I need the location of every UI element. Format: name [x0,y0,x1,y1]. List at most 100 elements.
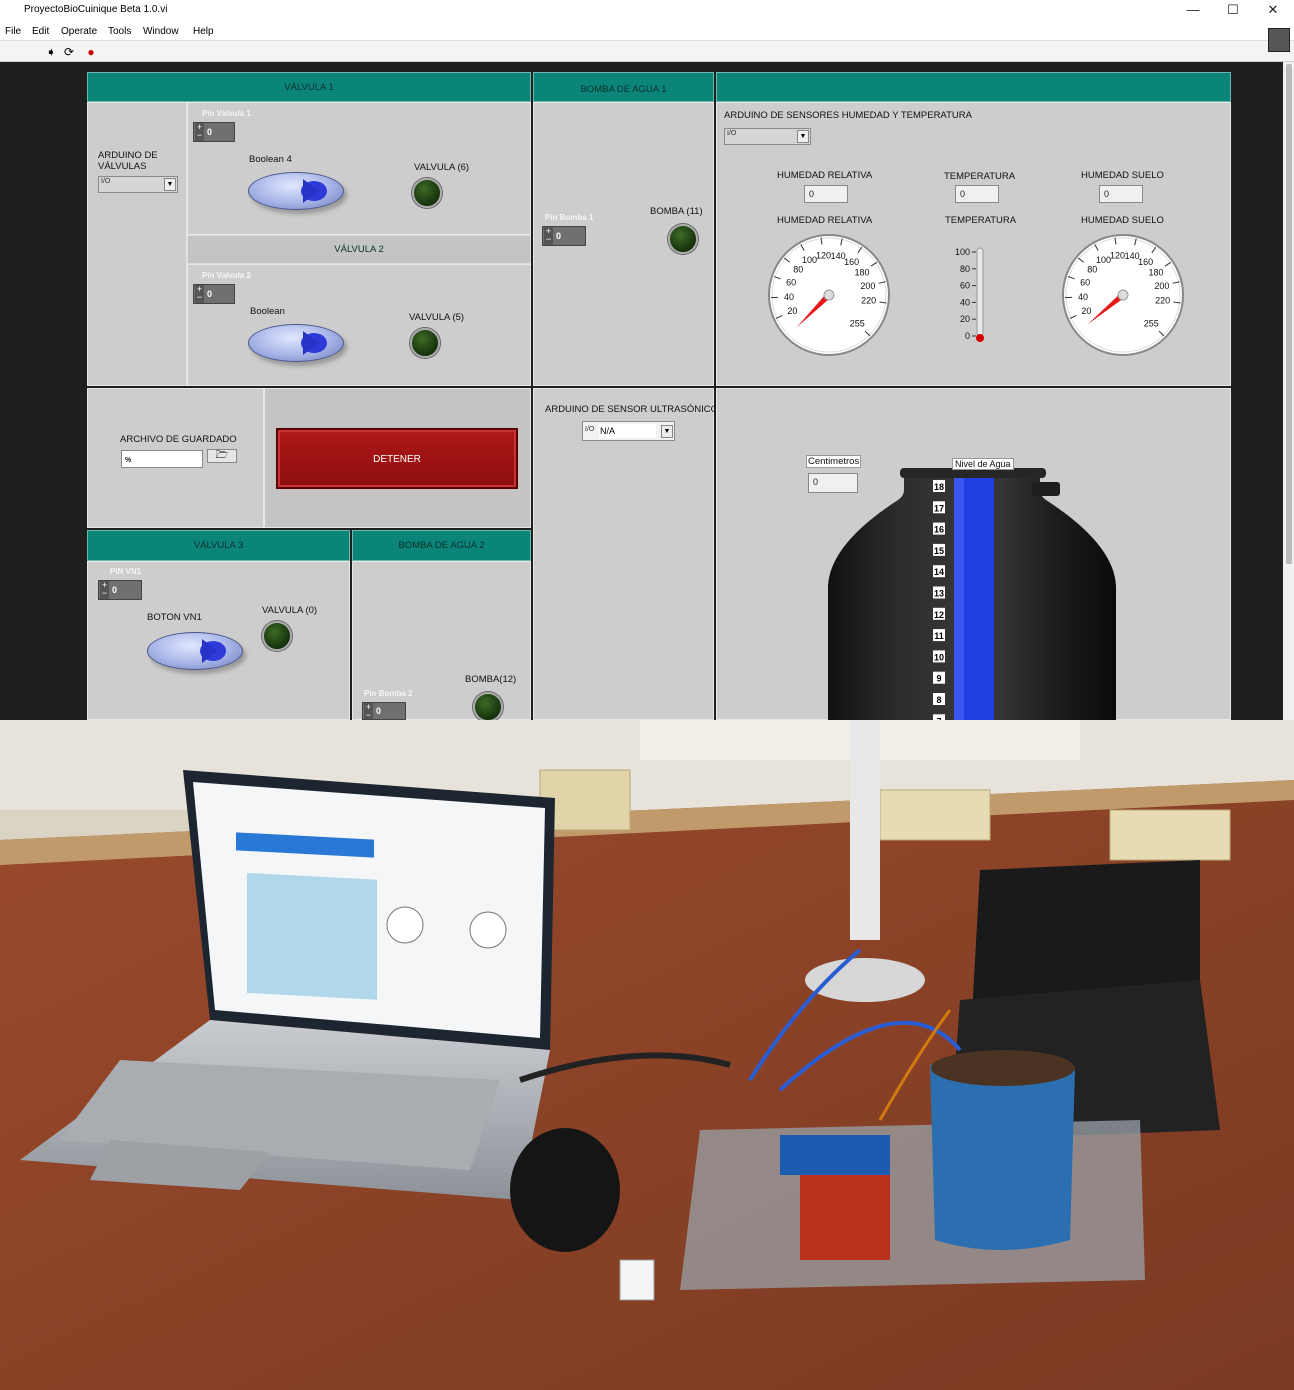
bomba2-header-label: BOMBA DE AGUA 2 [398,540,485,551]
valvula5-led-label: VALVULA (5) [409,312,465,323]
bomba2-header: BOMBA DE AGUA 2 [352,530,531,561]
sensores-combo[interactable]: I/O ▼ [724,128,811,145]
setup-photo [0,720,1294,1390]
menu-help[interactable]: Help [193,26,214,37]
boolean-switch[interactable] [248,324,344,362]
switch-knob-icon [301,179,327,203]
temperatura-thermometer: 100 80 60 40 20 0 [955,247,984,342]
run-arrow-icon[interactable]: ➧ [44,45,58,59]
thermo-tick-label: 80 [960,264,970,274]
pin-valvula1-label: Pin Valvula 1 [202,109,251,118]
vi-connector-icon [1268,28,1290,52]
tank-scale-label: 14 [934,567,944,577]
thermo-tick-label: 0 [965,331,970,341]
nivel-agua-label: Nivel de Agua [952,458,1014,470]
thermo-tick-label: 60 [960,281,970,291]
thermo-tube [976,247,984,337]
pin-bomba1-value: 0 [556,231,562,241]
ultrasonico-combo-value: N/A [599,424,656,438]
increment-decrement-icon[interactable]: + − [544,227,553,245]
increment-decrement-icon[interactable]: + − [100,581,109,599]
pin-valvula2-value: 0 [207,289,213,299]
gauge2-tick-label: 200 [1154,281,1169,291]
increment-decrement-icon[interactable]: + − [195,285,204,303]
menu-file[interactable]: File [5,26,21,37]
valvula1-header: VÁLVULA 1 [87,72,531,102]
boton-vn1-switch[interactable] [147,632,243,670]
archivo-label: ARCHIVO DE GUARDADO [120,434,237,445]
arduino-valvulas-combo[interactable]: I/O ▼ [98,176,178,193]
valvula2-pane [187,264,531,386]
detener-label: DETENER [373,454,421,465]
pin-vn1-control[interactable]: + − 0 [98,580,142,600]
chevron-down-icon[interactable]: ▼ [661,425,673,438]
boolean4-switch[interactable] [248,172,344,210]
browse-folder-icon[interactable]: 🗁 [207,449,237,463]
pin-valvula2-control[interactable]: + − 0 [193,284,235,304]
menu-edit[interactable]: Edit [32,26,49,37]
water-tank: 181716151413121110987 [828,468,1116,720]
detener-button[interactable]: DETENER [276,428,518,489]
menu-window[interactable]: Window [143,26,179,37]
archivo-path-input[interactable]: % [121,450,203,468]
bomba11-led [668,224,698,254]
humedad-suelo-label: HUMEDAD SUELO [1081,170,1164,181]
gauge1-tick-label: 80 [793,264,803,274]
toolbar: ➧ ⟳ ● [0,40,1294,62]
gauge1-tick-label: 120 [816,250,831,260]
tank-scale-label: 10 [934,652,944,662]
title-bar: ProyectoBioCuinique Beta 1.0.vi — ☐ ✕ [0,0,1294,22]
increment-decrement-icon[interactable]: + − [195,123,204,141]
valvula2-header: VÁLVULA 2 [187,235,531,264]
maximize-button[interactable]: ☐ [1220,2,1246,18]
boton-vn1-label: BOTON VN1 [147,612,202,623]
run-continuous-icon[interactable]: ⟳ [62,45,76,59]
increment-decrement-icon[interactable]: + − [364,703,373,720]
pin-valvula1-control[interactable]: + − 0 [193,122,235,142]
bomba12-led-label: BOMBA(12) [465,674,517,685]
bomba12-led [473,692,503,722]
arduino-valvulas-label: ARDUINO DE VÁLVULAS [98,150,158,172]
gauge1-tick-label: 20 [787,306,797,316]
bomba1-header-label: BOMBA DE AGUA 1 [580,84,667,95]
ultrasonico-combo[interactable]: I/O N/A ▼ [582,421,675,441]
path-io-icon: % [125,457,132,464]
thermo-bulb [976,334,984,342]
minimize-button[interactable]: — [1180,2,1206,18]
close-button[interactable]: ✕ [1260,2,1286,18]
chevron-down-icon[interactable]: ▼ [164,178,176,191]
gauge2-tick-label: 20 [1081,306,1091,316]
pin-bomba2-value: 0 [376,706,382,716]
pin-bomba2-control[interactable]: + − 0 [362,702,406,720]
valvula2-header-label: VÁLVULA 2 [334,244,384,255]
io-resource-icon: I/O [585,426,595,433]
thermo-label: TEMPERATURA [945,215,1017,226]
window-title: ProyectoBioCuinique Beta 1.0.vi [24,4,168,15]
gauge1-tick-label: 100 [802,255,817,265]
tank-scale-label: 16 [934,525,944,535]
valvula0-led [262,621,292,651]
pin-valvula1-value: 0 [207,127,213,137]
abort-icon[interactable]: ● [84,45,98,59]
menu-operate[interactable]: Operate [61,26,97,37]
thermo-tick-label: 40 [960,297,970,307]
scrollbar-thumb[interactable] [1286,64,1292,564]
gauge1-tick-label: 160 [844,257,859,267]
pin-bomba1-label: Pin Bomba 1 [545,213,594,222]
valvula3-header: VÁLVULA 3 [87,530,350,561]
menu-bar: File Edit Operate Tools Window Help [0,22,1294,40]
gauge2-tick-label: 220 [1155,296,1170,306]
valvula5-led [410,328,440,358]
chevron-down-icon[interactable]: ▼ [797,130,809,143]
humedad-suelo-indicator: 0 [1099,185,1143,203]
io-resource-icon: I/O [727,130,737,137]
valvula6-led-label: VALVULA (6) [414,162,470,173]
pin-bomba1-control[interactable]: + − 0 [542,226,586,246]
menu-tools[interactable]: Tools [108,26,131,37]
valvula1-pane [187,102,531,235]
gauge1-tick-label: 40 [784,292,794,302]
gauge1-tick-label: 255 [850,318,865,328]
tank-scale-label: 13 [934,589,944,599]
humedad-relativa-gauge: 20406080100120 140160180200220255 [768,234,890,356]
temperatura-label: TEMPERATURA [944,171,1016,182]
